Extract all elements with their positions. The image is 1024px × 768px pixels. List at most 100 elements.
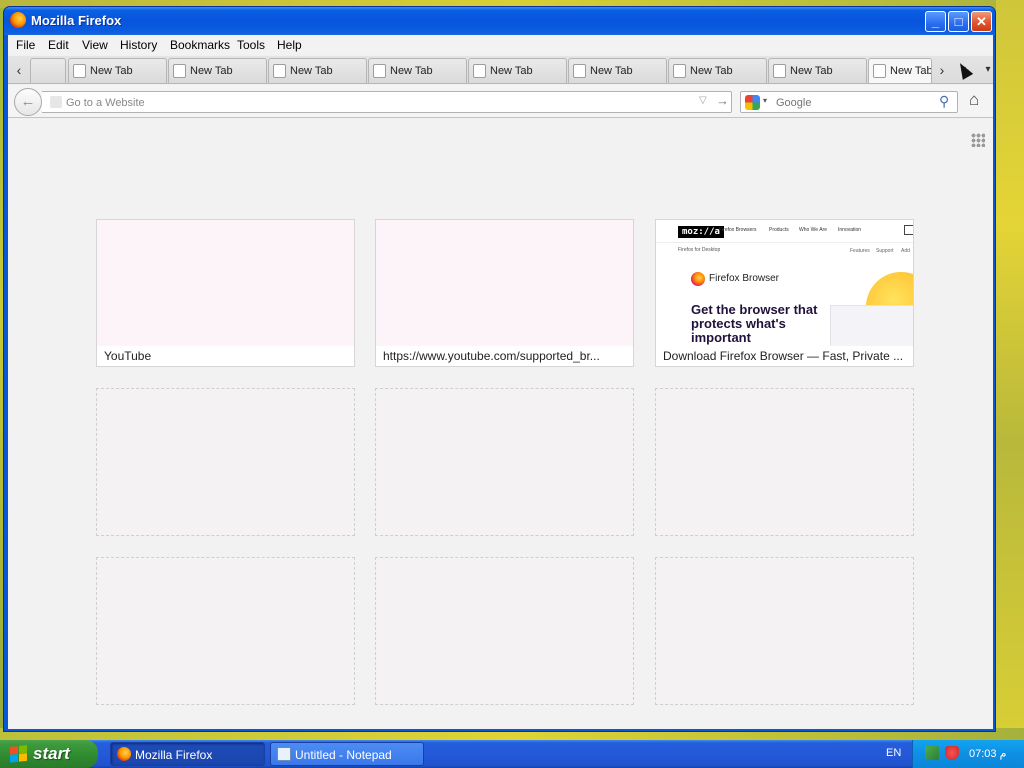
tab-label: New Tab bbox=[590, 65, 633, 77]
menu-history[interactable]: History bbox=[120, 38, 157, 52]
desktop-wallpaper-right bbox=[996, 0, 1024, 740]
tab-new-tab-1[interactable]: New Tab bbox=[68, 58, 167, 83]
home-button[interactable]: ⌂ bbox=[969, 90, 979, 110]
tab-strip: ‹ New Tab New Tab New Tab New Tab New Ta… bbox=[8, 56, 993, 84]
navigation-toolbar: ▽ → ← ▾ ⚲ ⌂ bbox=[8, 85, 993, 118]
site-identity-icon[interactable] bbox=[50, 96, 62, 108]
thumb-subnav-item: Features bbox=[850, 248, 870, 254]
tab-new-tab-8[interactable]: New Tab bbox=[768, 58, 867, 83]
url-input[interactable] bbox=[66, 95, 666, 111]
title-bar[interactable]: Mozilla Firefox _ □ ✕ bbox=[4, 7, 995, 35]
language-indicator[interactable]: EN bbox=[886, 747, 901, 759]
security-shield-icon[interactable] bbox=[945, 746, 959, 760]
maximize-button[interactable]: □ bbox=[948, 11, 969, 32]
browser-client-area: File Edit View History Bookmarks Tools H… bbox=[8, 35, 993, 729]
blank-page-icon bbox=[273, 64, 286, 78]
firefox-icon bbox=[691, 272, 705, 286]
blank-page-icon bbox=[873, 64, 886, 78]
go-arrow-icon[interactable]: → bbox=[716, 93, 729, 108]
blank-page-icon bbox=[573, 64, 586, 78]
empty-tile bbox=[655, 388, 914, 536]
thumb-nav-item: Firefox Browsers bbox=[719, 227, 757, 233]
tile-title: https://www.youtube.com/supported_br... bbox=[383, 349, 600, 363]
google-icon[interactable] bbox=[745, 95, 760, 110]
tile-thumbnail: moz://a Firefox Browsers Products Who We… bbox=[656, 220, 913, 346]
url-bar[interactable]: ▽ → bbox=[42, 91, 732, 113]
tile-thumbnail bbox=[97, 220, 354, 346]
taskbar-item-label: Untitled - Notepad bbox=[295, 748, 392, 762]
network-icon[interactable] bbox=[925, 746, 939, 760]
thumb-divider bbox=[656, 242, 913, 243]
system-tray: 07:03 م bbox=[912, 740, 1024, 768]
tab-new-tab-6[interactable]: New Tab bbox=[568, 58, 667, 83]
tab-new-tab-4[interactable]: New Tab bbox=[368, 58, 467, 83]
firefox-icon bbox=[10, 12, 26, 28]
tab-label: New Tab bbox=[390, 65, 433, 77]
taskbar-item-firefox[interactable]: Mozilla Firefox bbox=[110, 742, 265, 766]
thumb-subnav: Firefox for Desktop bbox=[678, 247, 721, 253]
menu-tools[interactable]: Tools bbox=[237, 38, 265, 52]
tab-label: New Tab bbox=[490, 65, 533, 77]
thumb-screenshot bbox=[830, 305, 913, 346]
thumb-headline: Get the browser that protects what's imp… bbox=[691, 302, 818, 345]
site-tile-youtube[interactable]: YouTube bbox=[96, 219, 355, 367]
menu-view[interactable]: View bbox=[82, 38, 108, 52]
tab-new-tab-7[interactable]: New Tab bbox=[668, 58, 767, 83]
blank-page-icon bbox=[773, 64, 786, 78]
search-input[interactable] bbox=[776, 95, 936, 111]
tab-label: New Tab bbox=[290, 65, 333, 77]
empty-tile bbox=[96, 388, 355, 536]
tab-pinned[interactable] bbox=[30, 58, 66, 83]
tile-title: Download Firefox Browser — Fast, Private… bbox=[663, 349, 904, 363]
tab-new-tab-2[interactable]: New Tab bbox=[168, 58, 267, 83]
site-tile-youtube-supported-browsers[interactable]: https://www.youtube.com/supported_br... bbox=[375, 219, 634, 367]
taskbar-item-label: Mozilla Firefox bbox=[135, 748, 213, 762]
empty-tile bbox=[375, 557, 634, 705]
tab-new-tab-5[interactable]: New Tab bbox=[468, 58, 567, 83]
blank-page-icon bbox=[673, 64, 686, 78]
grid-icon[interactable] bbox=[971, 133, 985, 147]
tile-thumbnail bbox=[376, 220, 633, 346]
menu-file[interactable]: File bbox=[16, 38, 35, 52]
search-bar[interactable]: ▾ ⚲ bbox=[740, 91, 958, 113]
site-tile-firefox-download[interactable]: moz://a Firefox Browsers Products Who We… bbox=[655, 219, 914, 367]
thumb-brand: Firefox Browser bbox=[709, 273, 780, 284]
blank-page-icon bbox=[73, 64, 86, 78]
search-engine-dropdown-icon[interactable]: ▾ bbox=[763, 96, 767, 105]
magnifier-icon[interactable]: ⚲ bbox=[939, 93, 949, 110]
tab-new-tab-active[interactable]: New Tab bbox=[868, 58, 932, 83]
tab-scroll-left-button[interactable]: ‹ bbox=[10, 60, 28, 80]
tab-label: New Tab bbox=[90, 65, 133, 77]
thumb-subnav-item: Add bbox=[901, 248, 910, 254]
thumb-nav-item: Who We Are bbox=[799, 227, 827, 233]
thumb-subnav-item: Support bbox=[876, 248, 894, 254]
tab-label: New Tab bbox=[890, 65, 932, 77]
taskbar: start Mozilla Firefox Untitled - Notepad… bbox=[0, 740, 1024, 768]
tile-title: YouTube bbox=[104, 349, 152, 363]
thumb-button bbox=[904, 225, 913, 235]
close-button[interactable]: ✕ bbox=[971, 11, 992, 32]
menu-edit[interactable]: Edit bbox=[48, 38, 69, 52]
firefox-window: Mozilla Firefox _ □ ✕ File Edit View His… bbox=[3, 6, 996, 732]
empty-tile bbox=[655, 557, 914, 705]
list-all-tabs-button[interactable]: ▾ bbox=[979, 60, 995, 80]
window-title: Mozilla Firefox bbox=[31, 13, 122, 28]
minimize-button[interactable]: _ bbox=[925, 11, 946, 32]
url-history-dropdown-icon[interactable]: ▽ bbox=[699, 95, 707, 106]
menu-bookmarks[interactable]: Bookmarks bbox=[170, 38, 230, 52]
tab-scroll-right-button[interactable]: › bbox=[933, 60, 951, 80]
menu-help[interactable]: Help bbox=[277, 38, 302, 52]
back-button[interactable]: ← bbox=[14, 88, 42, 116]
mozilla-logo: moz://a bbox=[678, 226, 724, 238]
taskbar-item-notepad[interactable]: Untitled - Notepad bbox=[270, 742, 424, 766]
tab-label: New Tab bbox=[790, 65, 833, 77]
thumb-nav-item: Products bbox=[769, 227, 789, 233]
start-button[interactable]: start bbox=[0, 740, 98, 768]
windows-logo-icon bbox=[10, 745, 27, 763]
notepad-icon bbox=[277, 747, 291, 761]
firefox-icon bbox=[117, 747, 131, 761]
blank-page-icon bbox=[473, 64, 486, 78]
menu-bar: File Edit View History Bookmarks Tools H… bbox=[8, 35, 993, 55]
tab-new-tab-3[interactable]: New Tab bbox=[268, 58, 367, 83]
start-label: start bbox=[33, 744, 70, 763]
